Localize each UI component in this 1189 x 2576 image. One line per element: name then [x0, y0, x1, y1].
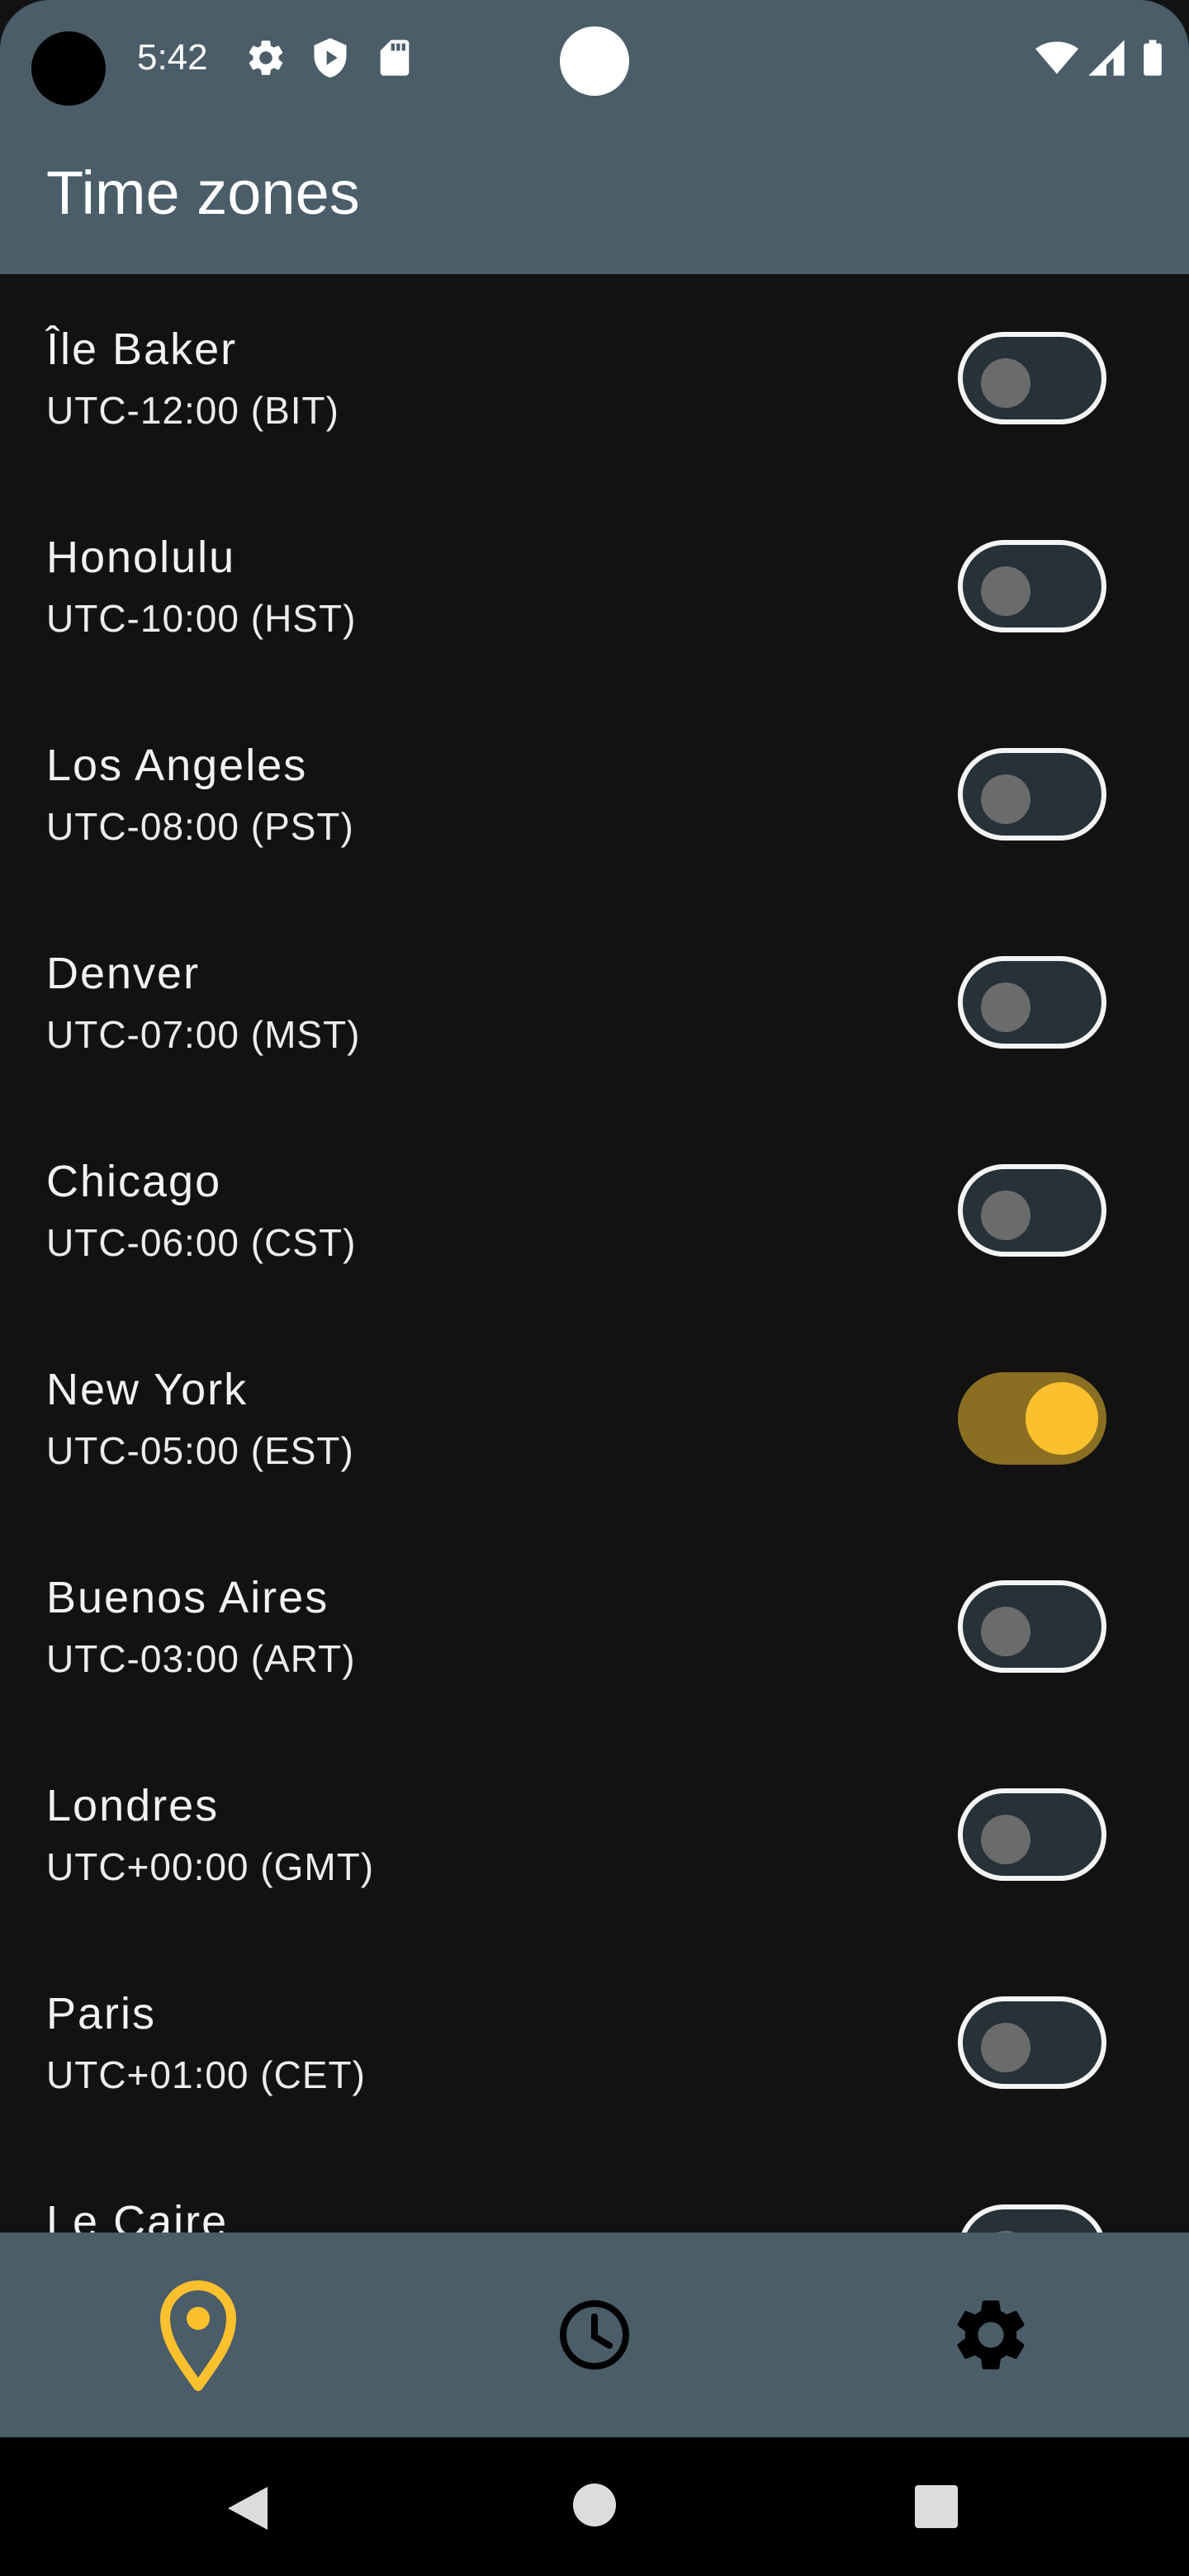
toggle-knob [981, 1815, 1030, 1864]
time-zone-row[interactable]: Buenos Aires UTC-03:00 (ART) [0, 1522, 1189, 1731]
city-name: Los Angeles [46, 741, 308, 790]
recents-icon[interactable] [915, 2485, 958, 2528]
wifi-icon [1035, 41, 1078, 74]
signal-icon [1088, 40, 1125, 76]
utc-offset: UTC-07:00 (MST) [46, 1013, 361, 1056]
bottom-navigation [0, 2233, 1189, 2437]
time-zone-row[interactable]: Le Caire [0, 2147, 1189, 2233]
city-name: New York [46, 1365, 249, 1414]
city-name: Denver [46, 949, 201, 998]
nav-item-locations[interactable] [0, 2233, 396, 2437]
time-zone-toggle[interactable] [958, 1788, 1106, 1881]
toggle-knob [981, 358, 1030, 408]
toggle-knob [981, 1607, 1030, 1656]
toggle-knob [981, 1191, 1030, 1240]
time-zone-toggle[interactable] [958, 956, 1106, 1049]
time-zone-toggle[interactable] [958, 540, 1106, 632]
utc-offset: UTC+01:00 (CET) [46, 2053, 366, 2096]
shield-icon [314, 38, 347, 78]
nav-item-clock[interactable] [396, 2233, 793, 2437]
toggle-knob [981, 566, 1030, 616]
camera-cutout [31, 31, 106, 106]
city-name: Londres [46, 1781, 220, 1830]
toggle-knob [1026, 1382, 1098, 1455]
utc-offset: UTC-06:00 (CST) [46, 1221, 357, 1264]
utc-offset: UTC-10:00 (HST) [46, 597, 357, 640]
time-zone-toggle[interactable] [958, 2204, 1106, 2233]
city-name: Chicago [46, 1157, 222, 1206]
sd-card-icon [380, 40, 410, 76]
city-name: Honolulu [46, 533, 236, 582]
app-bar: Time zones [0, 116, 1189, 274]
toggle-knob [981, 774, 1030, 824]
time-zone-row[interactable]: Paris UTC+01:00 (CET) [0, 1939, 1189, 2147]
time-zone-row[interactable]: Honolulu UTC-10:00 (HST) [0, 482, 1189, 690]
page-title: Time zones [46, 159, 360, 227]
gear-icon [957, 2300, 1025, 2370]
time-zone-row[interactable]: Los Angeles UTC-08:00 (PST) [0, 690, 1189, 898]
back-icon[interactable] [225, 2484, 271, 2533]
utc-offset: UTC-05:00 (EST) [46, 1429, 354, 1472]
utc-offset: UTC+00:00 (GMT) [46, 1845, 375, 1888]
nav-item-settings[interactable] [793, 2233, 1189, 2437]
time-zone-row[interactable]: Londres UTC+00:00 (GMT) [0, 1731, 1189, 1939]
status-bar: 5:42 [0, 0, 1189, 116]
toggle-knob [981, 983, 1030, 1032]
time-zone-toggle[interactable] [958, 1996, 1106, 2089]
time-zone-row[interactable]: Denver UTC-07:00 (MST) [0, 898, 1189, 1106]
gear-icon [249, 40, 283, 75]
time-zone-toggle[interactable] [958, 332, 1106, 424]
battery-icon [1144, 40, 1162, 76]
clock-icon [560, 2300, 629, 2370]
city-name: Buenos Aires [46, 1573, 329, 1622]
toggle-knob [981, 2023, 1030, 2072]
home-icon[interactable] [573, 2484, 616, 2526]
time-zone-toggle[interactable] [958, 748, 1106, 841]
time-zone-toggle[interactable] [958, 1372, 1106, 1465]
time-zone-toggle[interactable] [958, 1580, 1106, 1673]
utc-offset: UTC-03:00 (ART) [46, 1637, 356, 1680]
time-zone-row[interactable]: Chicago UTC-06:00 (CST) [0, 1106, 1189, 1314]
utc-offset: UTC-08:00 (PST) [46, 805, 354, 848]
utc-offset: UTC-12:00 (BIT) [46, 389, 339, 432]
time-zone-toggle[interactable] [958, 1164, 1106, 1257]
status-time: 5:42 [137, 37, 208, 78]
location-pin-icon [160, 2280, 236, 2391]
city-name: Le Caire [46, 2197, 229, 2233]
system-navigation-bar [0, 2437, 1189, 2576]
city-name: Paris [46, 1989, 157, 2039]
city-name: Île Baker [46, 324, 238, 374]
time-zone-list[interactable]: Île Baker UTC-12:00 (BIT) Honolulu UTC-1… [0, 274, 1189, 2233]
time-zone-row[interactable]: Île Baker UTC-12:00 (BIT) [0, 274, 1189, 482]
time-zone-row[interactable]: New York UTC-05:00 (EST) [0, 1314, 1189, 1522]
status-indicator-dot [560, 26, 629, 96]
